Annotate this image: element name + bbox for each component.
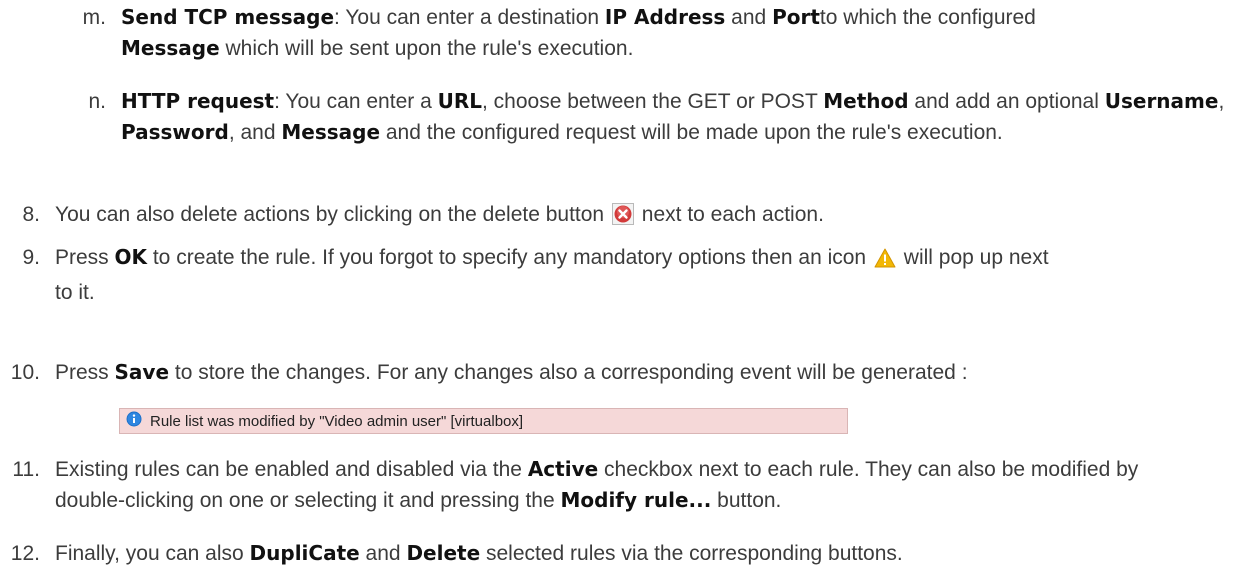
- text-run: You can also delete actions by clicking …: [55, 203, 610, 226]
- text-run: to which the configured: [819, 6, 1036, 29]
- text-run: , and: [228, 121, 282, 144]
- keyword: Message: [121, 36, 220, 60]
- keyword: Message: [281, 120, 381, 144]
- keyword: IP Address: [604, 5, 726, 29]
- keyword: Send TCP message: [121, 5, 335, 29]
- info-icon: [126, 411, 142, 431]
- text-run: Press: [55, 361, 115, 384]
- keyword: Username: [1104, 89, 1219, 113]
- list-marker-9: 9.: [22, 246, 40, 269]
- keyword: Method: [823, 89, 909, 113]
- text-run: selected rules via the corresponding but…: [480, 542, 903, 565]
- text-run: and: [359, 542, 407, 565]
- text-run: ,: [1218, 90, 1225, 113]
- keyword: DupliCate: [249, 541, 360, 565]
- list-marker-12: 12.: [10, 542, 40, 565]
- event-notification: Rule list was modified by "Video admin u…: [119, 408, 848, 434]
- list-item-press-ok: Press OK to create the rule. If you forg…: [55, 242, 1065, 308]
- keyword: URL: [437, 89, 482, 113]
- keyword: Password: [121, 120, 229, 144]
- list-item-delete-actions: You can also delete actions by clicking …: [55, 199, 1225, 234]
- event-message: Rule list was modified by "Video admin u…: [150, 412, 524, 430]
- text-run: to store the changes. For any changes al…: [169, 361, 968, 384]
- delete-icon: [611, 203, 634, 234]
- list-item-active-checkbox: Existing rules can be enabled and disabl…: [55, 454, 1205, 516]
- keyword: Active: [527, 457, 599, 481]
- list-item-press-save: Press Save to store the changes. For any…: [55, 357, 1235, 388]
- list-marker-11: 11.: [12, 458, 40, 481]
- text-run: which will be sent upon the rule's execu…: [219, 37, 634, 60]
- keyword: OK: [114, 245, 148, 269]
- list-item-duplicate-delete: Finally, you can also DupliCate and Dele…: [55, 538, 1235, 569]
- text-run: : You can enter a: [274, 90, 438, 113]
- keyword: Port: [772, 5, 820, 29]
- warning-icon: [874, 246, 896, 277]
- list-marker-m: m.: [82, 6, 106, 29]
- text-run: Existing rules can be enabled and disabl…: [55, 458, 528, 481]
- list-marker-10: 10.: [10, 361, 40, 384]
- text-run: Finally, you can also: [55, 542, 250, 565]
- text-run: and the configured request will be made …: [380, 121, 1003, 144]
- list-marker-n: n.: [88, 90, 106, 113]
- keyword: HTTP request: [121, 89, 275, 113]
- text-run: and add an optional: [908, 90, 1105, 113]
- text-run: next to each action.: [635, 203, 824, 226]
- text-run: , choose between the GET or POST: [481, 90, 824, 113]
- text-run: Press: [55, 246, 115, 269]
- text-run: button.: [711, 489, 782, 512]
- list-item-http-request: HTTP request: You can enter a URL, choos…: [121, 86, 1229, 148]
- list-item-send-tcp: Send TCP message: You can enter a destin…: [121, 2, 1121, 64]
- keyword: Delete: [406, 541, 481, 565]
- text-run: to create the rule. If you forgot to spe…: [147, 246, 872, 269]
- keyword: Modify rule...: [560, 488, 712, 512]
- text-run: : You can enter a destination: [334, 6, 605, 29]
- keyword: Save: [114, 360, 170, 384]
- text-run: and: [725, 6, 773, 29]
- list-marker-8: 8.: [22, 203, 40, 226]
